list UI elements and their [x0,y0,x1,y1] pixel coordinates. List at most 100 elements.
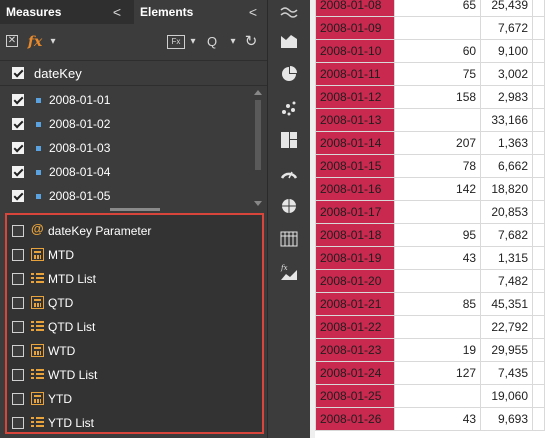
treemap-icon[interactable] [279,130,299,150]
date-cell[interactable]: 2008-01-21 [315,292,395,316]
date-list-item[interactable]: 2008-01-05 [0,184,250,208]
pie-chart-icon[interactable] [279,64,299,84]
date-cell[interactable]: 2008-01-11 [315,62,395,86]
empty-cell[interactable] [532,315,545,339]
empty-cell[interactable] [532,407,545,431]
date-cell[interactable]: 2008-01-25 [315,384,395,408]
date-cell[interactable]: 2008-01-16 [315,177,395,201]
measure-item[interactable]: YTD List [7,411,262,435]
amount-cell[interactable]: 6,662 [480,154,534,178]
date-checkbox[interactable] [12,118,24,130]
value-cell[interactable]: 19 [393,338,482,362]
search-dropdown-icon[interactable]: ▾ [228,32,238,52]
scroll-thumb[interactable] [255,100,261,170]
empty-cell[interactable] [532,292,545,316]
empty-cell[interactable] [532,131,545,155]
empty-cell[interactable] [532,0,545,17]
empty-cell[interactable] [532,154,545,178]
value-cell[interactable]: 158 [393,85,482,109]
amount-cell[interactable]: 1,315 [480,246,534,270]
amount-cell[interactable]: 19,060 [480,384,534,408]
measure-checkbox[interactable] [12,345,24,357]
date-list-scrollbar[interactable] [252,88,264,208]
empty-cell[interactable] [532,361,545,385]
tab-measures[interactable]: Measures < [0,0,131,24]
scroll-down-icon[interactable] [254,201,262,206]
fx-box-dropdown-icon[interactable]: ▾ [188,32,198,52]
amount-cell[interactable]: 7,672 [480,16,534,40]
empty-cell[interactable] [532,269,545,293]
amount-cell[interactable]: 29,955 [480,338,534,362]
measure-item[interactable]: @ dateKey Parameter [7,219,262,243]
date-cell[interactable]: 2008-01-26 [315,407,395,431]
tab-elements[interactable]: Elements < [134,0,267,24]
date-list-item[interactable]: 2008-01-04 [0,160,250,184]
date-cell[interactable]: 2008-01-22 [315,315,395,339]
date-cell[interactable]: 2008-01-24 [315,361,395,385]
empty-cell[interactable] [532,246,545,270]
date-checkbox[interactable] [12,166,24,178]
amount-cell[interactable]: 45,351 [480,292,534,316]
empty-cell[interactable] [532,200,545,224]
value-cell[interactable]: 85 [393,292,482,316]
date-cell[interactable]: 2008-01-17 [315,200,395,224]
date-checkbox[interactable] [12,142,24,154]
value-cell[interactable]: 142 [393,177,482,201]
measure-item[interactable]: QTD [7,291,262,315]
area-chart-icon[interactable] [279,2,299,22]
measure-checkbox[interactable] [12,225,24,237]
empty-cell[interactable] [532,223,545,247]
value-cell[interactable] [393,200,482,224]
date-cell[interactable]: 2008-01-14 [315,131,395,155]
date-list-item[interactable]: 2008-01-01 [0,88,250,112]
amount-cell[interactable]: 18,820 [480,177,534,201]
date-cell[interactable]: 2008-01-08 [315,0,395,17]
measure-item[interactable]: WTD [7,339,262,363]
fx-box-icon[interactable]: Fx [167,35,185,49]
date-cell[interactable]: 2008-01-18 [315,223,395,247]
amount-cell[interactable]: 7,482 [480,269,534,293]
amount-cell[interactable]: 9,100 [480,39,534,63]
value-cell[interactable]: 207 [393,131,482,155]
date-cell[interactable]: 2008-01-10 [315,39,395,63]
amount-cell[interactable]: 1,363 [480,131,534,155]
table-icon[interactable] [279,229,299,249]
date-cell[interactable]: 2008-01-20 [315,269,395,293]
value-cell[interactable] [393,269,482,293]
empty-cell[interactable] [532,16,545,40]
value-cell[interactable]: 95 [393,223,482,247]
value-cell[interactable]: 75 [393,62,482,86]
fx-chart-icon[interactable]: fx [279,262,299,282]
empty-cell[interactable] [532,85,545,109]
measure-checkbox[interactable] [12,369,24,381]
value-cell[interactable] [393,384,482,408]
date-cell[interactable]: 2008-01-15 [315,154,395,178]
fx-dropdown-icon[interactable]: ▾ [48,32,58,52]
amount-cell[interactable]: 7,682 [480,223,534,247]
date-cell[interactable]: 2008-01-19 [315,246,395,270]
value-cell[interactable]: 78 [393,154,482,178]
measure-checkbox[interactable] [12,417,24,429]
value-cell[interactable] [393,16,482,40]
amount-cell[interactable]: 2,983 [480,85,534,109]
date-list-item[interactable]: 2008-01-03 [0,136,250,160]
collapse-elements-icon[interactable]: < [249,0,257,24]
measure-item[interactable]: MTD [7,243,262,267]
measure-checkbox[interactable] [12,393,24,405]
empty-cell[interactable] [532,338,545,362]
empty-cell[interactable] [532,108,545,132]
amount-cell[interactable]: 7,435 [480,361,534,385]
splitter-handle[interactable] [110,208,160,211]
datekey-checkbox[interactable] [12,67,24,79]
value-cell[interactable] [393,108,482,132]
empty-cell[interactable] [532,62,545,86]
amount-cell[interactable]: 3,002 [480,62,534,86]
measure-item[interactable]: MTD List [7,267,262,291]
amount-cell[interactable]: 20,853 [480,200,534,224]
date-checkbox[interactable] [12,94,24,106]
measure-item[interactable]: QTD List [7,315,262,339]
measure-item[interactable]: WTD List [7,363,262,387]
scatter-icon[interactable] [279,98,299,118]
date-cell[interactable]: 2008-01-13 [315,108,395,132]
globe-icon[interactable] [279,196,299,216]
